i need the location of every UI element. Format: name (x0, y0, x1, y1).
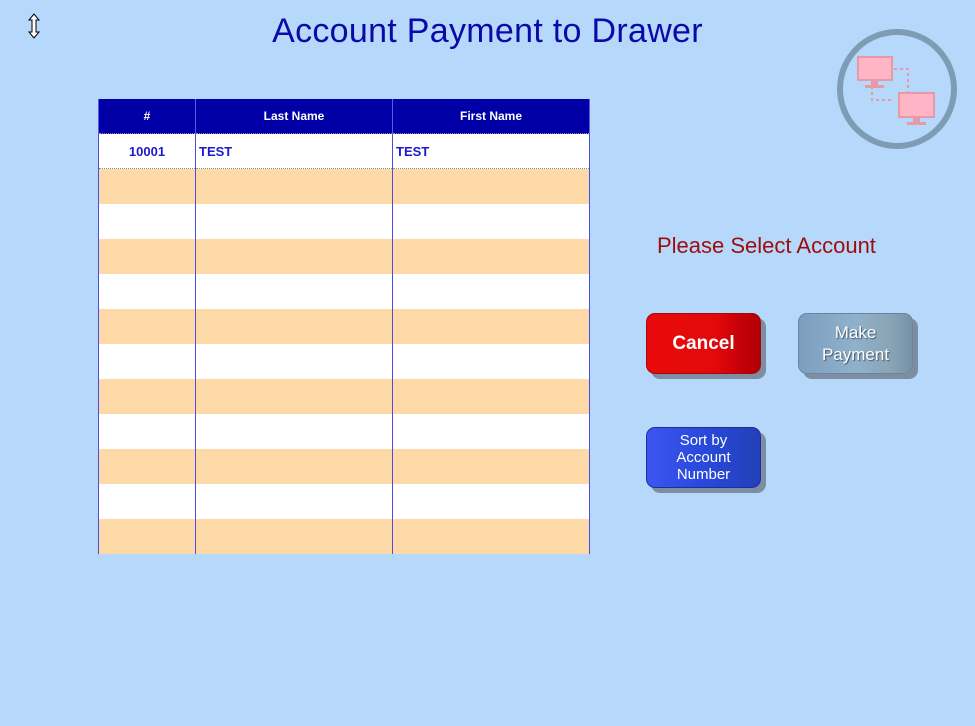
account-number-cell (98, 448, 196, 484)
table-row[interactable] (98, 238, 590, 274)
first-name-cell (392, 343, 590, 379)
account-number-cell (98, 483, 196, 519)
last-name-cell (195, 168, 393, 204)
accounts-table: # Last Name First Name 10001 TEST TEST (98, 99, 590, 554)
last-name-cell (195, 308, 393, 344)
page-title: Account Payment to Drawer (272, 12, 703, 50)
table-row[interactable] (98, 308, 590, 344)
last-name-cell (195, 448, 393, 484)
last-name-cell (195, 238, 393, 274)
account-number-cell (98, 413, 196, 449)
table-row[interactable] (98, 448, 590, 484)
last-name-cell (195, 378, 393, 414)
account-number-cell (98, 168, 196, 204)
table-row[interactable] (98, 483, 590, 519)
last-name-cell (195, 518, 393, 554)
account-number-cell (98, 273, 196, 309)
column-header-last-name[interactable]: Last Name (195, 99, 393, 134)
first-name-cell (392, 378, 590, 414)
first-name-cell (392, 168, 590, 204)
table-row[interactable] (98, 378, 590, 414)
table-row[interactable] (98, 518, 590, 554)
account-number-cell (98, 343, 196, 379)
first-name-cell (392, 238, 590, 274)
last-name-cell: TEST (195, 133, 393, 169)
table-row[interactable] (98, 343, 590, 379)
first-name-cell (392, 518, 590, 554)
table-header-row: # Last Name First Name (98, 99, 590, 134)
first-name-cell (392, 273, 590, 309)
table-row[interactable]: 10001 TEST TEST (98, 133, 590, 169)
table-row[interactable] (98, 413, 590, 449)
sort-by-account-number-button[interactable]: Sort by Account Number (646, 427, 761, 488)
account-number-cell (98, 238, 196, 274)
last-name-cell (195, 483, 393, 519)
account-number-cell (98, 378, 196, 414)
account-number-cell (98, 518, 196, 554)
first-name-cell (392, 448, 590, 484)
first-name-cell: TEST (392, 133, 590, 169)
network-connection-icon (837, 29, 957, 149)
account-number-cell (98, 203, 196, 239)
last-name-cell (195, 273, 393, 309)
table-row[interactable] (98, 203, 590, 239)
first-name-cell (392, 413, 590, 449)
first-name-cell (392, 483, 590, 519)
first-name-cell (392, 203, 590, 239)
last-name-cell (195, 413, 393, 449)
table-row[interactable] (98, 273, 590, 309)
column-header-number[interactable]: # (98, 99, 196, 134)
last-name-cell (195, 343, 393, 379)
table-row[interactable] (98, 168, 590, 204)
first-name-cell (392, 308, 590, 344)
account-number-cell (98, 308, 196, 344)
select-account-prompt: Please Select Account (657, 233, 876, 258)
last-name-cell (195, 203, 393, 239)
cancel-button[interactable]: Cancel (646, 313, 761, 374)
column-header-first-name[interactable]: First Name (392, 99, 590, 134)
account-number-cell: 10001 (98, 133, 196, 169)
make-payment-button[interactable]: Make Payment (798, 313, 913, 374)
